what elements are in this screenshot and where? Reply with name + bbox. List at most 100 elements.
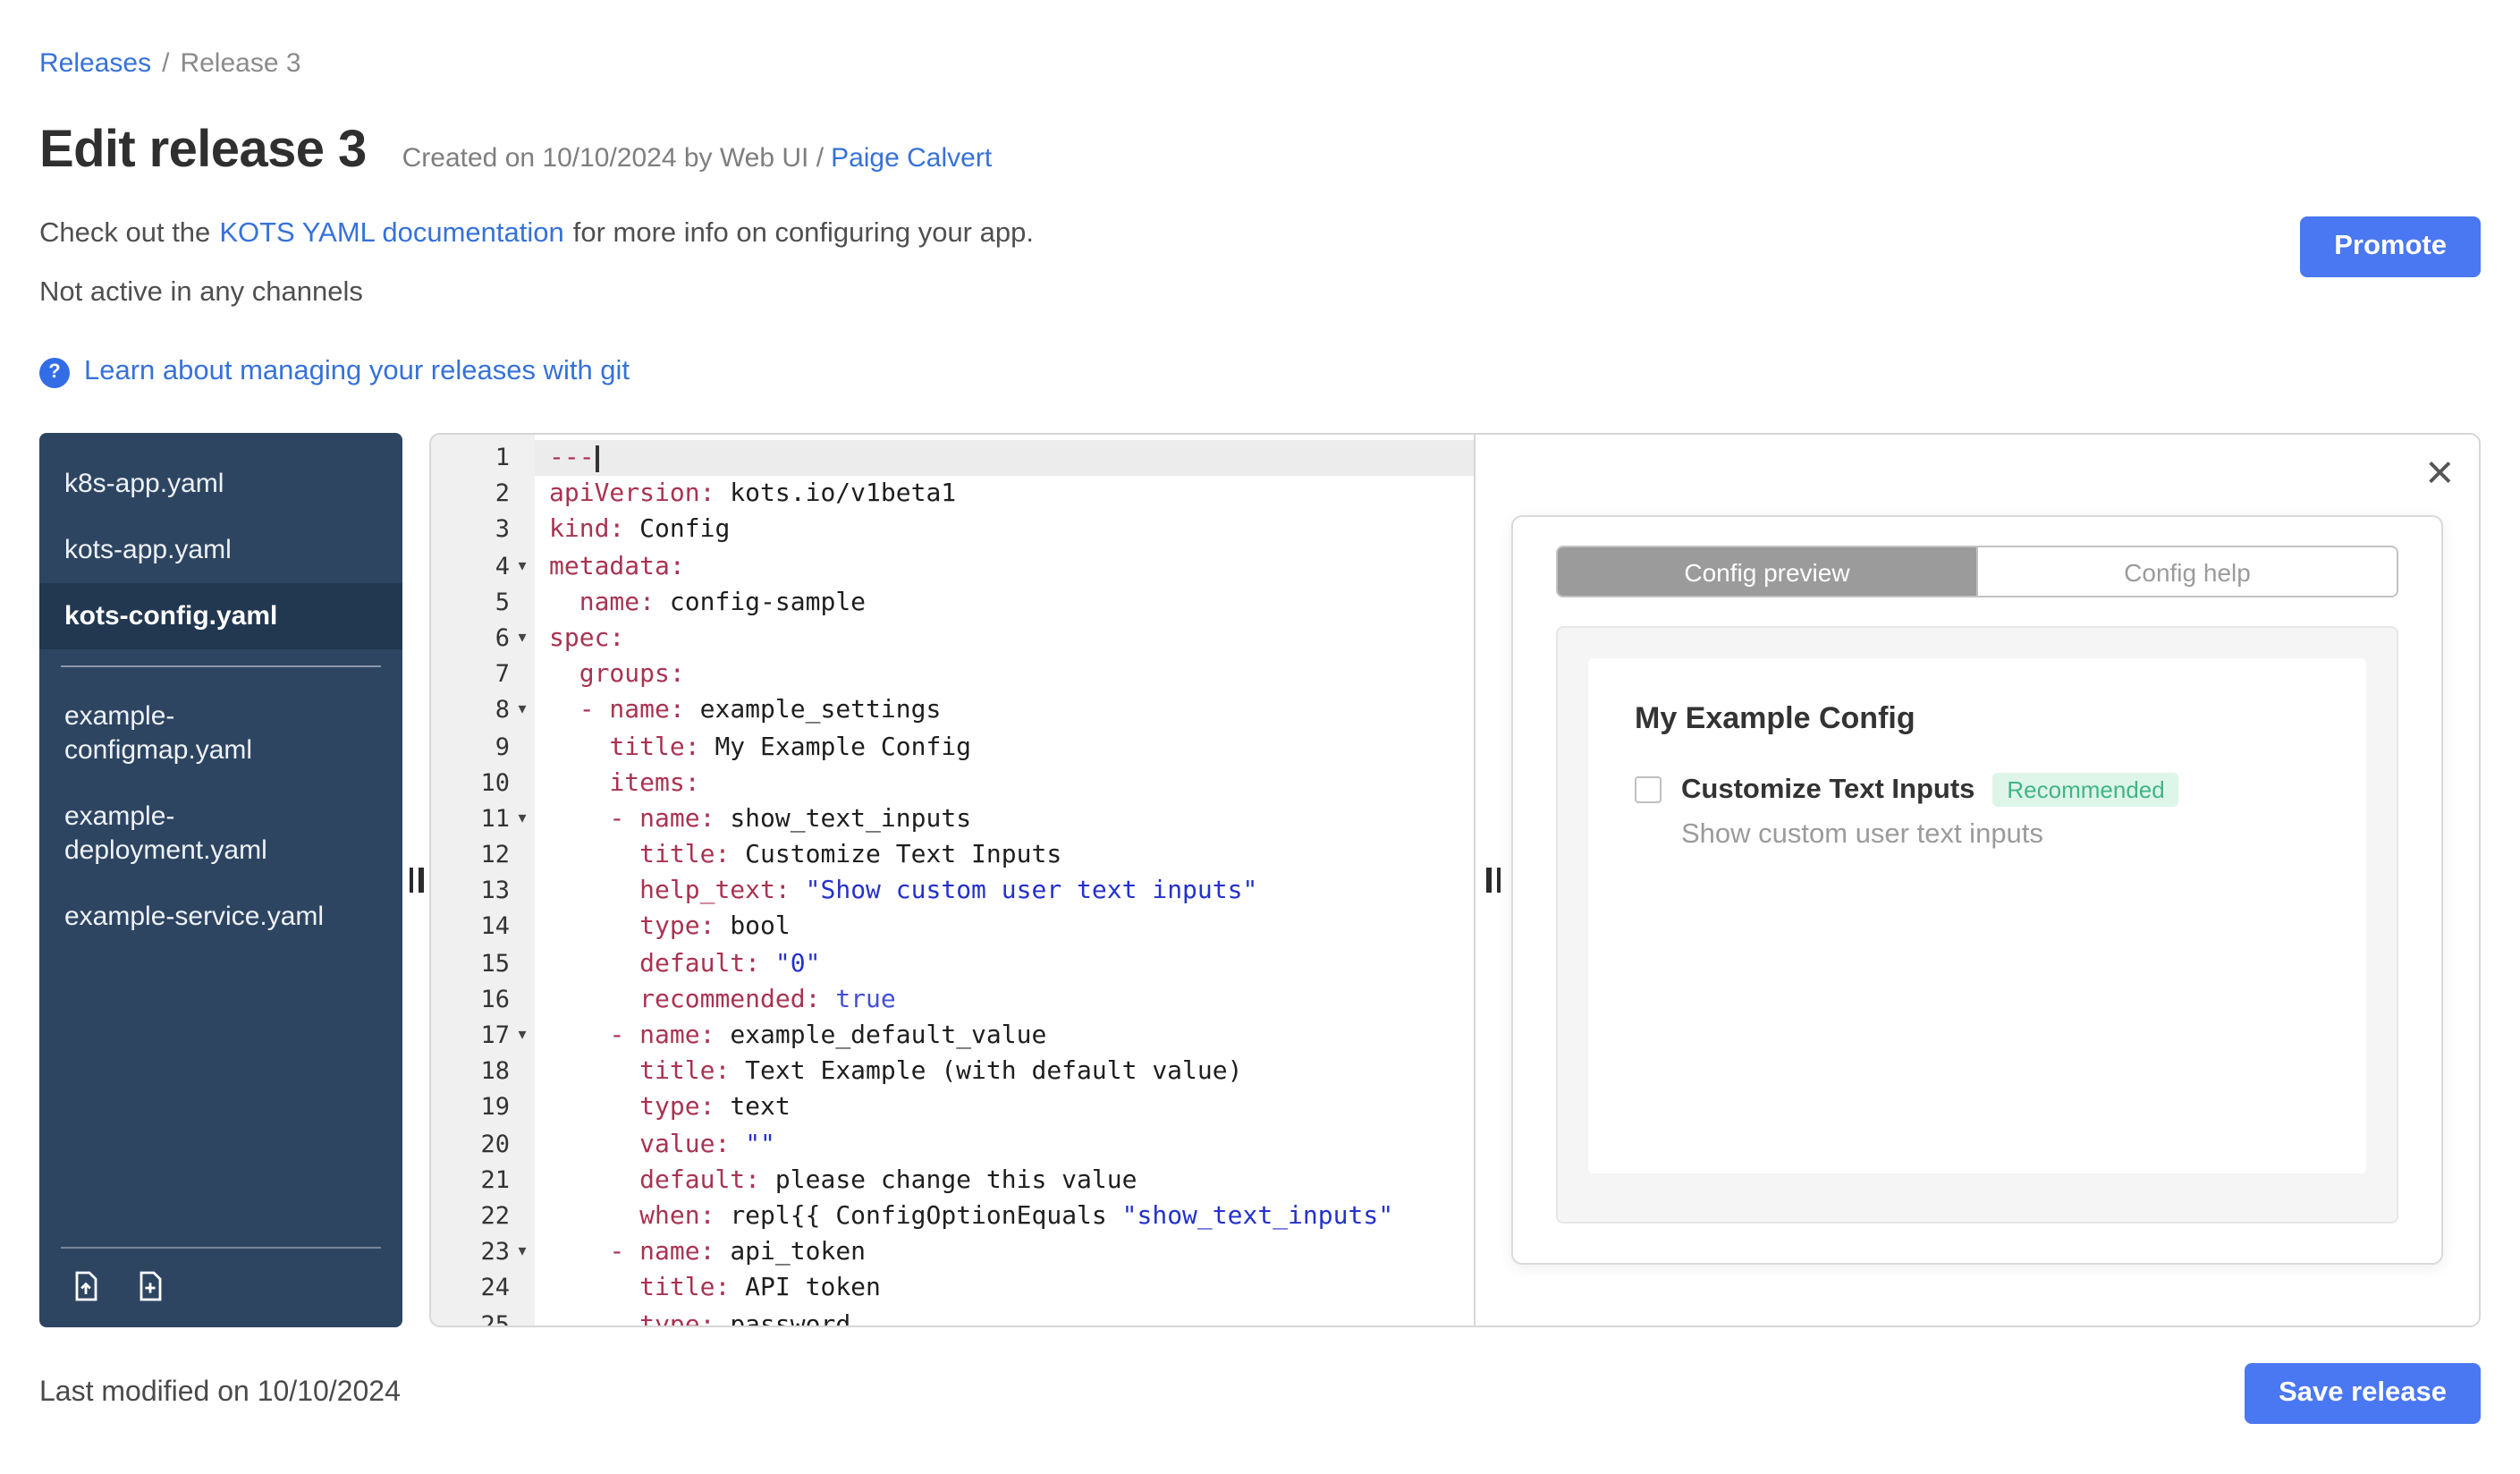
breadcrumb-separator: / — [162, 48, 170, 79]
code-line[interactable]: items: — [535, 765, 1474, 801]
page-title: Edit release 3 — [39, 122, 367, 179]
fold-arrow-icon[interactable]: ▾ — [510, 801, 535, 837]
gutter-line: 9▾ — [495, 733, 510, 761]
code-line[interactable]: title: My Example Config — [535, 729, 1474, 765]
author-link[interactable]: Paige Calvert — [831, 143, 992, 174]
code-line[interactable]: --- — [535, 440, 1474, 477]
breadcrumb-current: Release 3 — [180, 48, 301, 79]
file-tree-item[interactable]: kots-config.yaml — [39, 583, 402, 649]
kots-docs-link[interactable]: KOTS YAML documentation — [219, 218, 563, 249]
config-item-row: Customize Text Inputs Recommended — [1635, 773, 2320, 807]
config-preview-pane: × Config preview Config help My Example … — [1476, 435, 2479, 1326]
code-line[interactable]: recommended: true — [535, 982, 1474, 1018]
code-line[interactable]: apiVersion: kots.io/v1beta1 — [535, 476, 1474, 512]
yaml-editor[interactable]: 1▾ 2▾ 3▾4▾ 5▾ 6▾7▾8▾ 9▾ 10▾11▾ 12▾ 13▾ 14▾ 15▾ 16▾ 1… — [431, 435, 1476, 1326]
code-line[interactable]: groups: — [535, 657, 1474, 692]
fold-arrow-icon[interactable]: ▾ — [510, 1018, 535, 1054]
code-line[interactable]: - name: example_settings — [535, 693, 1474, 729]
code-line[interactable]: title: Customize Text Inputs — [535, 837, 1474, 873]
code-line[interactable]: - name: api_token — [535, 1234, 1474, 1270]
fold-arrow-icon[interactable]: ▾ — [510, 1234, 535, 1270]
file-tree-item[interactable]: example-service.yaml — [39, 884, 402, 950]
editor-gutter: 1▾ 2▾ 3▾4▾ 5▾ 6▾7▾8▾ 9▾ 10▾11▾ 12▾ 13▾ 14▾ 15▾ 16▾ 1… — [431, 435, 535, 1326]
customize-text-inputs-checkbox[interactable] — [1635, 776, 1662, 803]
code-line[interactable]: name: config-sample — [535, 585, 1474, 621]
code-line[interactable]: type: text — [535, 1090, 1474, 1126]
code-line[interactable]: title: API token — [535, 1271, 1474, 1307]
drag-grip-icon — [409, 868, 423, 893]
code-line[interactable]: when: repl{{ ConfigOptionEquals "show_te… — [535, 1199, 1474, 1234]
gutter-line: 1▾ — [495, 444, 510, 472]
channel-status: Not active in any channels — [39, 277, 363, 308]
code-line[interactable]: help_text: "Show custom user text inputs… — [535, 874, 1474, 910]
git-help-link[interactable]: Learn about managing your releases with … — [84, 356, 630, 388]
code-line[interactable]: type: password — [535, 1307, 1474, 1326]
sidebar-resize-handle[interactable] — [402, 433, 429, 1327]
gutter-line: 7▾ — [495, 660, 510, 690]
file-tree-item[interactable]: k8s-app.yaml — [39, 451, 402, 517]
code-line[interactable]: - name: show_text_inputs — [535, 801, 1474, 837]
gutter-line: 13▾ — [480, 877, 510, 906]
text-cursor — [596, 445, 600, 472]
config-preview-card: Config preview Config help My Example Co… — [1511, 515, 2443, 1265]
code-line[interactable]: default: please change this value — [535, 1163, 1474, 1199]
gutter-line: 18▾ — [480, 1057, 510, 1087]
fold-arrow-icon[interactable]: ▾ — [510, 621, 535, 657]
last-modified-text: Last modified on 10/10/2024 — [39, 1377, 401, 1408]
code-line[interactable]: - name: example_default_value — [535, 1018, 1474, 1054]
preview-tabs: Config preview Config help — [1556, 546, 2398, 597]
docs-suffix: for more info on configuring your app. — [572, 218, 1034, 249]
tab-config-help[interactable]: Config help — [1976, 547, 2397, 596]
code-line[interactable]: metadata: — [535, 548, 1474, 584]
gutter-line: 22▾ — [480, 1201, 510, 1231]
gutter-line: 21▾ — [480, 1165, 510, 1195]
file-list-primary: k8s-app.yaml kots-app.yaml kots-config.yam… — [39, 451, 402, 649]
gutter-line: 2▾ — [495, 479, 510, 509]
breadcrumb-releases-link[interactable]: Releases — [39, 48, 151, 79]
save-release-button[interactable]: Save release — [2245, 1363, 2481, 1424]
code-line[interactable]: kind: Config — [535, 513, 1474, 548]
close-icon[interactable]: × — [2425, 448, 2454, 497]
file-tree-item[interactable]: example-configmap.yaml — [39, 683, 402, 784]
config-group-title: My Example Config — [1635, 701, 1915, 735]
editor-and-preview: 1▾ 2▾ 3▾4▾ 5▾ 6▾7▾8▾ 9▾ 10▾11▾ 12▾ 13▾ 14▾ 15▾ 16▾ 1… — [429, 433, 2481, 1327]
gutter-line: 11 ▾ — [431, 801, 535, 837]
config-item-help-text: Show custom user text inputs — [1681, 819, 2043, 850]
footer: Last modified on 10/10/2024 Save release — [39, 1363, 2481, 1424]
fold-arrow-icon[interactable]: ▾ — [510, 693, 535, 729]
gutter-line: 4 ▾ — [431, 548, 535, 584]
code-line[interactable]: type: bool — [535, 910, 1474, 945]
help-question-icon: ? — [39, 357, 70, 387]
gutter-line: 14▾ — [480, 912, 510, 942]
code-line[interactable]: title: Text Example (with default value) — [535, 1054, 1474, 1089]
config-item-label: Customize Text Inputs — [1681, 774, 1975, 804]
git-help-row: ? Learn about managing your releases wit… — [39, 356, 2481, 388]
gutter-line: 12▾ — [480, 841, 510, 870]
gutter-line: 25▾ — [480, 1310, 510, 1326]
gutter-line: 17 ▾ — [431, 1018, 535, 1054]
gutter-line: 23 ▾ — [431, 1234, 535, 1270]
fold-arrow-icon[interactable]: ▾ — [510, 548, 535, 584]
tab-config-preview[interactable]: Config preview — [1558, 547, 1976, 596]
gutter-line: 3▾ — [495, 515, 510, 545]
code-line[interactable]: default: "0" — [535, 945, 1474, 981]
file-tree-item[interactable]: kots-app.yaml — [39, 517, 402, 583]
code-line[interactable]: value: "" — [535, 1126, 1474, 1162]
title-row: Edit release 3 Created on 10/10/2024 by … — [39, 122, 2481, 181]
code-line[interactable]: spec: — [535, 621, 1474, 657]
upload-file-button[interactable] — [68, 1268, 104, 1304]
file-tree-item[interactable]: example-deployment.yaml — [39, 784, 402, 884]
gutter-line: 15▾ — [480, 949, 510, 978]
preview-resize-handle[interactable] — [1486, 868, 1501, 893]
created-text: Created on 10/10/2024 by Web UI / Paige C… — [402, 143, 993, 174]
editor-code[interactable]: --- apiVersion: kots.io/v1beta1 kind: Conf… — [535, 435, 1474, 1326]
sidebar-actions — [61, 1247, 381, 1327]
gutter-line: 24▾ — [480, 1274, 510, 1303]
preview-body: My Example Config Customize Text Inputs … — [1556, 626, 2398, 1224]
file-list-divider — [61, 665, 381, 667]
gutter-line: 5▾ — [495, 588, 510, 617]
created-label: Created on 10/10/2024 by Web UI / — [402, 143, 824, 174]
upload-file-icon — [75, 1271, 97, 1301]
new-file-button[interactable] — [132, 1268, 168, 1304]
promote-button[interactable]: Promote — [2300, 216, 2481, 277]
